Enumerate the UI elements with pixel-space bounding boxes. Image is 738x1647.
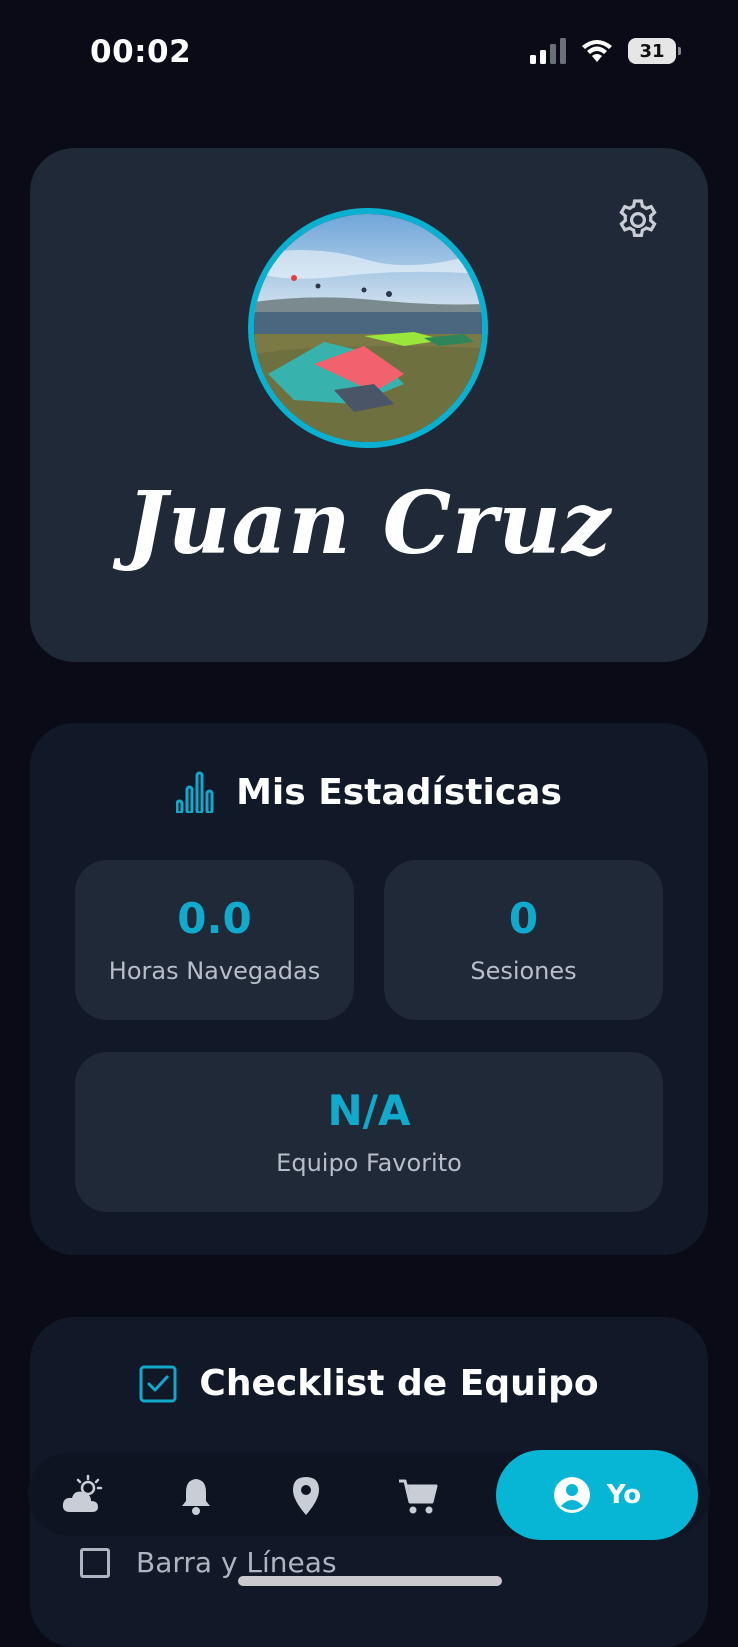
profile-name: Juan Cruz: [126, 473, 612, 574]
avatar[interactable]: [248, 208, 488, 448]
stat-hours: 0.0 Horas Navegadas: [75, 860, 354, 1020]
cloud-sun-icon[interactable]: [60, 1474, 104, 1518]
stats-header: Mis Estadísticas: [30, 771, 708, 813]
stat-favorite-label: Equipo Favorito: [276, 1149, 462, 1177]
nav-profile-label: Yo: [606, 1480, 642, 1510]
home-indicator: [238, 1576, 502, 1586]
checkbox-checked-icon: [139, 1365, 177, 1402]
checklist-item-label: Barra y Líneas: [136, 1546, 337, 1579]
stat-sessions-value: 0: [508, 894, 539, 943]
checklist-header: Checklist de Equipo: [30, 1363, 708, 1404]
signal-icon: [530, 38, 566, 64]
avatar-photo: [254, 214, 482, 442]
cart-icon[interactable]: [396, 1474, 440, 1518]
stat-hours-label: Horas Navegadas: [108, 957, 321, 985]
stat-sessions: 0 Sesiones: [384, 860, 663, 1020]
stats-card: Mis Estadísticas 0.0 Horas Navegadas 0 S…: [30, 723, 708, 1255]
stat-hours-value: 0.0: [177, 894, 252, 943]
checklist-title: Checklist de Equipo: [199, 1363, 599, 1404]
stat-favorite-value: N/A: [327, 1086, 411, 1135]
map-pin-icon[interactable]: [284, 1474, 328, 1518]
settings-gear-icon[interactable]: [614, 196, 662, 244]
bar-chart-icon: [176, 771, 214, 813]
status-time: 00:02: [90, 34, 192, 70]
battery-icon: 31: [628, 38, 681, 64]
status-bar: 00:02 31: [0, 0, 738, 110]
bell-icon[interactable]: [174, 1474, 218, 1518]
stat-sessions-label: Sesiones: [470, 957, 577, 985]
checklist-item[interactable]: Barra y Líneas: [80, 1546, 337, 1579]
checkbox[interactable]: [80, 1547, 110, 1578]
wifi-icon: [582, 40, 612, 62]
profile-card: Juan Cruz: [30, 148, 708, 662]
user-icon: [553, 1477, 590, 1513]
bottom-nav: Yo: [28, 1450, 710, 1540]
status-icons: 31: [530, 38, 681, 64]
nav-profile-button[interactable]: Yo: [496, 1450, 698, 1540]
stat-favorite: N/A Equipo Favorito: [75, 1052, 663, 1212]
stats-title: Mis Estadísticas: [236, 771, 562, 813]
